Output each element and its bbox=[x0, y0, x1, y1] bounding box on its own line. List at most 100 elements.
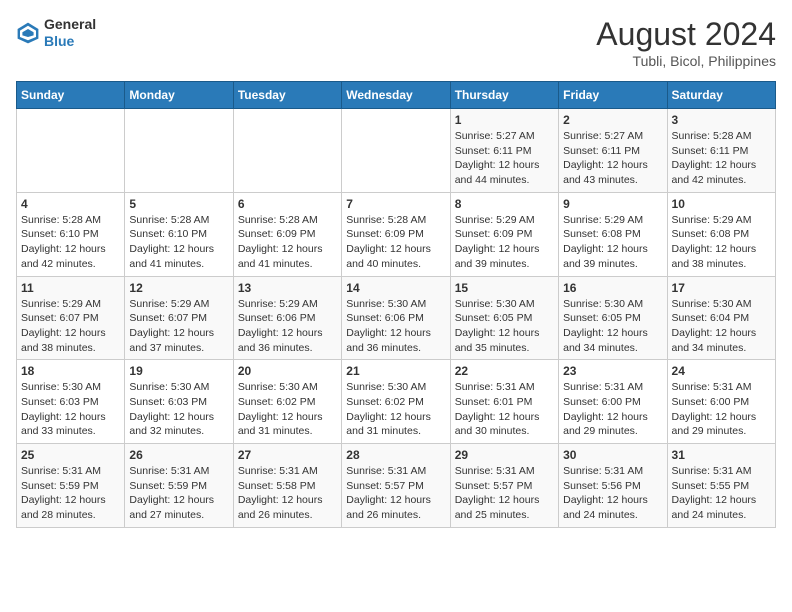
col-monday: Monday bbox=[125, 82, 233, 109]
day-sunset: Sunset: 6:07 PM bbox=[129, 312, 207, 324]
day-sunset: Sunset: 6:10 PM bbox=[129, 228, 207, 240]
day-sunset: Sunset: 6:05 PM bbox=[455, 312, 533, 324]
table-row: 23 Sunrise: 5:31 AM Sunset: 6:00 PM Dayl… bbox=[559, 360, 667, 444]
day-daylight: Daylight: 12 hours and 24 minutes. bbox=[563, 494, 648, 521]
table-row: 12 Sunrise: 5:29 AM Sunset: 6:07 PM Dayl… bbox=[125, 276, 233, 360]
day-daylight: Daylight: 12 hours and 36 minutes. bbox=[346, 327, 431, 354]
day-daylight: Daylight: 12 hours and 26 minutes. bbox=[238, 494, 323, 521]
day-sunrise: Sunrise: 5:31 AM bbox=[346, 465, 426, 477]
day-number: 22 bbox=[455, 364, 554, 378]
day-sunset: Sunset: 6:09 PM bbox=[455, 228, 533, 240]
day-number: 19 bbox=[129, 364, 228, 378]
day-sunrise: Sunrise: 5:29 AM bbox=[129, 298, 209, 310]
day-daylight: Daylight: 12 hours and 41 minutes. bbox=[129, 243, 214, 270]
calendar-week-row: 11 Sunrise: 5:29 AM Sunset: 6:07 PM Dayl… bbox=[17, 276, 776, 360]
day-number: 18 bbox=[21, 364, 120, 378]
day-sunset: Sunset: 5:57 PM bbox=[455, 480, 533, 492]
day-number: 9 bbox=[563, 197, 662, 211]
table-row: 14 Sunrise: 5:30 AM Sunset: 6:06 PM Dayl… bbox=[342, 276, 450, 360]
day-sunset: Sunset: 5:56 PM bbox=[563, 480, 641, 492]
day-number: 17 bbox=[672, 281, 771, 295]
day-sunset: Sunset: 5:55 PM bbox=[672, 480, 750, 492]
day-daylight: Daylight: 12 hours and 27 minutes. bbox=[129, 494, 214, 521]
day-daylight: Daylight: 12 hours and 29 minutes. bbox=[672, 411, 757, 438]
table-row bbox=[125, 109, 233, 193]
day-number: 26 bbox=[129, 448, 228, 462]
day-number: 16 bbox=[563, 281, 662, 295]
table-row: 15 Sunrise: 5:30 AM Sunset: 6:05 PM Dayl… bbox=[450, 276, 558, 360]
table-row: 18 Sunrise: 5:30 AM Sunset: 6:03 PM Dayl… bbox=[17, 360, 125, 444]
day-number: 1 bbox=[455, 113, 554, 127]
table-row: 1 Sunrise: 5:27 AM Sunset: 6:11 PM Dayli… bbox=[450, 109, 558, 193]
day-daylight: Daylight: 12 hours and 35 minutes. bbox=[455, 327, 540, 354]
table-row: 26 Sunrise: 5:31 AM Sunset: 5:59 PM Dayl… bbox=[125, 444, 233, 528]
day-sunrise: Sunrise: 5:27 AM bbox=[563, 130, 643, 142]
day-sunset: Sunset: 6:00 PM bbox=[563, 396, 641, 408]
page-subtitle: Tubli, Bicol, Philippines bbox=[596, 53, 776, 69]
table-row: 24 Sunrise: 5:31 AM Sunset: 6:00 PM Dayl… bbox=[667, 360, 775, 444]
day-number: 11 bbox=[21, 281, 120, 295]
day-daylight: Daylight: 12 hours and 39 minutes. bbox=[455, 243, 540, 270]
day-number: 20 bbox=[238, 364, 337, 378]
day-number: 10 bbox=[672, 197, 771, 211]
table-row: 31 Sunrise: 5:31 AM Sunset: 5:55 PM Dayl… bbox=[667, 444, 775, 528]
day-number: 5 bbox=[129, 197, 228, 211]
day-sunrise: Sunrise: 5:28 AM bbox=[672, 130, 752, 142]
table-row: 5 Sunrise: 5:28 AM Sunset: 6:10 PM Dayli… bbox=[125, 192, 233, 276]
title-block: August 2024 Tubli, Bicol, Philippines bbox=[596, 16, 776, 69]
logo-text: General Blue bbox=[44, 16, 96, 50]
day-sunrise: Sunrise: 5:28 AM bbox=[238, 214, 318, 226]
day-sunset: Sunset: 6:11 PM bbox=[672, 145, 749, 157]
table-row: 17 Sunrise: 5:30 AM Sunset: 6:04 PM Dayl… bbox=[667, 276, 775, 360]
col-saturday: Saturday bbox=[667, 82, 775, 109]
day-number: 7 bbox=[346, 197, 445, 211]
day-daylight: Daylight: 12 hours and 31 minutes. bbox=[346, 411, 431, 438]
table-row bbox=[17, 109, 125, 193]
day-daylight: Daylight: 12 hours and 25 minutes. bbox=[455, 494, 540, 521]
col-sunday: Sunday bbox=[17, 82, 125, 109]
day-daylight: Daylight: 12 hours and 42 minutes. bbox=[672, 159, 757, 186]
day-number: 12 bbox=[129, 281, 228, 295]
day-sunrise: Sunrise: 5:31 AM bbox=[672, 381, 752, 393]
day-sunset: Sunset: 6:02 PM bbox=[238, 396, 316, 408]
day-daylight: Daylight: 12 hours and 26 minutes. bbox=[346, 494, 431, 521]
day-sunset: Sunset: 6:10 PM bbox=[21, 228, 99, 240]
day-sunset: Sunset: 6:11 PM bbox=[455, 145, 532, 157]
table-row: 4 Sunrise: 5:28 AM Sunset: 6:10 PM Dayli… bbox=[17, 192, 125, 276]
day-sunset: Sunset: 6:03 PM bbox=[129, 396, 207, 408]
day-sunrise: Sunrise: 5:30 AM bbox=[563, 298, 643, 310]
table-row: 11 Sunrise: 5:29 AM Sunset: 6:07 PM Dayl… bbox=[17, 276, 125, 360]
calendar-week-row: 1 Sunrise: 5:27 AM Sunset: 6:11 PM Dayli… bbox=[17, 109, 776, 193]
day-number: 25 bbox=[21, 448, 120, 462]
day-sunrise: Sunrise: 5:30 AM bbox=[346, 298, 426, 310]
calendar-header-row: Sunday Monday Tuesday Wednesday Thursday… bbox=[17, 82, 776, 109]
day-number: 6 bbox=[238, 197, 337, 211]
day-number: 14 bbox=[346, 281, 445, 295]
day-sunrise: Sunrise: 5:31 AM bbox=[563, 381, 643, 393]
day-sunset: Sunset: 5:59 PM bbox=[129, 480, 207, 492]
day-daylight: Daylight: 12 hours and 44 minutes. bbox=[455, 159, 540, 186]
day-sunrise: Sunrise: 5:31 AM bbox=[238, 465, 318, 477]
day-number: 13 bbox=[238, 281, 337, 295]
day-sunrise: Sunrise: 5:31 AM bbox=[129, 465, 209, 477]
day-daylight: Daylight: 12 hours and 43 minutes. bbox=[563, 159, 648, 186]
col-thursday: Thursday bbox=[450, 82, 558, 109]
table-row: 29 Sunrise: 5:31 AM Sunset: 5:57 PM Dayl… bbox=[450, 444, 558, 528]
day-sunset: Sunset: 6:08 PM bbox=[563, 228, 641, 240]
day-number: 15 bbox=[455, 281, 554, 295]
day-daylight: Daylight: 12 hours and 32 minutes. bbox=[129, 411, 214, 438]
day-daylight: Daylight: 12 hours and 36 minutes. bbox=[238, 327, 323, 354]
day-number: 8 bbox=[455, 197, 554, 211]
day-number: 21 bbox=[346, 364, 445, 378]
day-sunset: Sunset: 5:57 PM bbox=[346, 480, 424, 492]
table-row: 19 Sunrise: 5:30 AM Sunset: 6:03 PM Dayl… bbox=[125, 360, 233, 444]
table-row: 10 Sunrise: 5:29 AM Sunset: 6:08 PM Dayl… bbox=[667, 192, 775, 276]
day-sunrise: Sunrise: 5:28 AM bbox=[346, 214, 426, 226]
day-sunrise: Sunrise: 5:30 AM bbox=[238, 381, 318, 393]
day-number: 30 bbox=[563, 448, 662, 462]
col-friday: Friday bbox=[559, 82, 667, 109]
day-sunset: Sunset: 6:06 PM bbox=[346, 312, 424, 324]
day-sunset: Sunset: 5:59 PM bbox=[21, 480, 99, 492]
day-daylight: Daylight: 12 hours and 31 minutes. bbox=[238, 411, 323, 438]
day-sunset: Sunset: 6:09 PM bbox=[346, 228, 424, 240]
